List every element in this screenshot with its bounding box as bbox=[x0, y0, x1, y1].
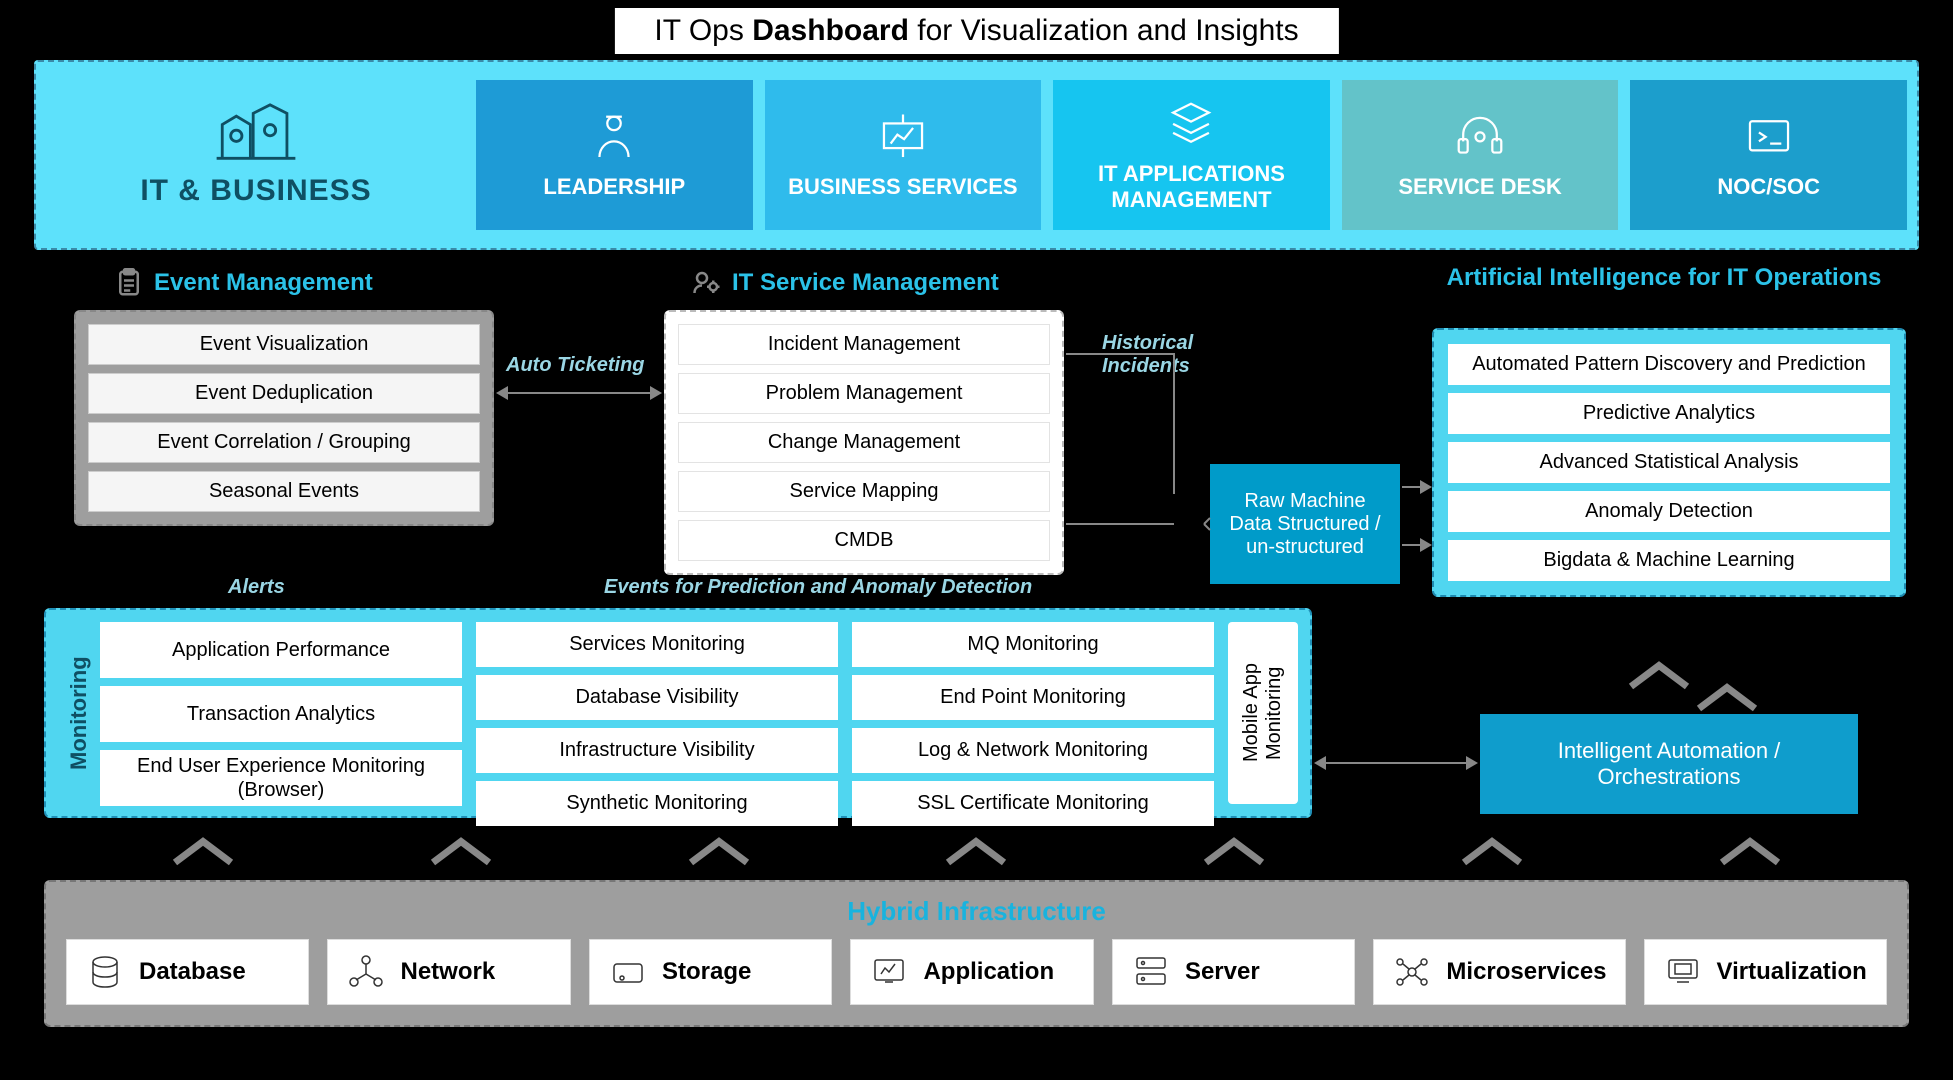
tile-apps-label: IT APPLICATIONS MANAGEMENT bbox=[1061, 161, 1322, 213]
mon-item: SSL Certificate Monitoring bbox=[852, 781, 1214, 826]
application-icon bbox=[869, 952, 909, 992]
it-business-block: IT & BUSINESS bbox=[36, 103, 476, 208]
virtualization-icon bbox=[1663, 952, 1703, 992]
chevron-row bbox=[74, 834, 1879, 870]
arrow-bi-ticketing bbox=[498, 392, 660, 394]
tile-leadership-label: LEADERSHIP bbox=[543, 174, 685, 200]
monitoring-side-label: Monitoring bbox=[58, 622, 100, 804]
itsm-item: Service Mapping bbox=[678, 471, 1050, 512]
section-event-title: Event Management bbox=[114, 268, 373, 298]
event-item: Event Deduplication bbox=[88, 373, 480, 414]
arrow-raw-ai-2 bbox=[1402, 544, 1430, 546]
chevron-up-icon bbox=[941, 834, 1011, 870]
microservices-icon bbox=[1392, 952, 1432, 992]
tile-business-label: BUSINESS SERVICES bbox=[788, 174, 1017, 200]
ai-item: Bigdata & Machine Learning bbox=[1448, 540, 1890, 581]
infra-database: Database bbox=[66, 939, 309, 1005]
terminal-icon bbox=[1741, 110, 1797, 166]
storage-icon bbox=[608, 952, 648, 992]
mon-item: Services Monitoring bbox=[476, 622, 838, 667]
infra-server: Server bbox=[1112, 939, 1355, 1005]
ai-item: Predictive Analytics bbox=[1448, 393, 1890, 434]
raw-data-box: Raw Machine Data Structured / un-structu… bbox=[1210, 464, 1400, 584]
server-icon bbox=[1131, 952, 1171, 992]
chevron-up-icon bbox=[1457, 834, 1527, 870]
hybrid-infra: Hybrid Infrastructure Database Network S… bbox=[44, 880, 1909, 1027]
ai-item: Anomaly Detection bbox=[1448, 491, 1890, 532]
itsm-box: Incident Management Problem Management C… bbox=[664, 310, 1064, 575]
mon-item: End Point Monitoring bbox=[852, 675, 1214, 720]
ai-item: Advanced Statistical Analysis bbox=[1448, 442, 1890, 483]
tile-noc: NOC/SOC bbox=[1630, 80, 1907, 230]
leadership-icon bbox=[586, 110, 642, 166]
arrow-bi-automation bbox=[1316, 762, 1476, 764]
infra-storage: Storage bbox=[589, 939, 832, 1005]
tile-apps: IT APPLICATIONS MANAGEMENT bbox=[1053, 80, 1330, 230]
mon-item: End User Experience Monitoring (Browser) bbox=[100, 750, 462, 806]
itsm-item: Problem Management bbox=[678, 373, 1050, 414]
headset-icon bbox=[1452, 110, 1508, 166]
mon-item: Application Performance bbox=[100, 622, 462, 678]
ai-item: Automated Pattern Discovery and Predicti… bbox=[1448, 344, 1890, 385]
label-events-pred: Events for Prediction and Anomaly Detect… bbox=[604, 576, 1032, 599]
chevron-up-icon bbox=[426, 834, 496, 870]
hybrid-title: Hybrid Infrastructure bbox=[66, 896, 1887, 927]
database-icon bbox=[85, 952, 125, 992]
mon-item: Synthetic Monitoring bbox=[476, 781, 838, 826]
chevron-up-icon bbox=[1715, 834, 1785, 870]
mon-item: Log & Network Monitoring bbox=[852, 728, 1214, 773]
title-bold: Dashboard bbox=[752, 14, 909, 47]
buildings-icon bbox=[211, 103, 301, 163]
layers-icon bbox=[1163, 97, 1219, 153]
label-alerts: Alerts bbox=[228, 576, 285, 599]
itsm-item: Incident Management bbox=[678, 324, 1050, 365]
top-band: IT & BUSINESS LEADERSHIP BUSINESS SERVIC… bbox=[34, 60, 1919, 250]
it-business-label: IT & BUSINESS bbox=[36, 174, 476, 208]
event-item: Event Correlation / Grouping bbox=[88, 422, 480, 463]
event-item: Event Visualization bbox=[88, 324, 480, 365]
network-icon bbox=[346, 952, 386, 992]
monitoring-panel: Monitoring Application Performance Trans… bbox=[44, 608, 1312, 818]
presentation-icon bbox=[875, 110, 931, 166]
chevron-up-icon bbox=[684, 834, 754, 870]
tile-desk: SERVICE DESK bbox=[1342, 80, 1619, 230]
gear-user-icon bbox=[692, 268, 722, 298]
tile-desk-label: SERVICE DESK bbox=[1398, 174, 1561, 200]
event-box: Event Visualization Event Deduplication … bbox=[74, 310, 494, 526]
automation-box: Intelligent Automation / Orchestrations bbox=[1480, 714, 1858, 814]
mon-item: MQ Monitoring bbox=[852, 622, 1214, 667]
label-auto-ticketing: Auto Ticketing bbox=[506, 354, 645, 377]
mon-item: Infrastructure Visibility bbox=[476, 728, 838, 773]
title-suffix: for Visualization and Insights bbox=[909, 14, 1299, 47]
infra-application: Application bbox=[850, 939, 1093, 1005]
section-itsm-title: IT Service Management bbox=[692, 268, 999, 298]
chevron-up-icon bbox=[1692, 680, 1762, 716]
ai-box: Automated Pattern Discovery and Predicti… bbox=[1432, 328, 1906, 597]
label-historical: Historical Incidents bbox=[1102, 332, 1242, 378]
chevron-up-icon bbox=[168, 834, 238, 870]
chevron-up-icon bbox=[1199, 834, 1269, 870]
itsm-item: Change Management bbox=[678, 422, 1050, 463]
infra-network: Network bbox=[327, 939, 570, 1005]
mon-item: Transaction Analytics bbox=[100, 686, 462, 742]
chevron-up-icon bbox=[1624, 658, 1694, 694]
section-ai-title: Artificial Intelligence for IT Operation… bbox=[1434, 264, 1894, 292]
event-item: Seasonal Events bbox=[88, 471, 480, 512]
page-title: IT Ops Dashboard for Visualization and I… bbox=[614, 8, 1338, 54]
itsm-item: CMDB bbox=[678, 520, 1050, 561]
mon-item: Database Visibility bbox=[476, 675, 838, 720]
title-prefix: IT Ops bbox=[654, 14, 752, 47]
clipboard-icon bbox=[114, 268, 144, 298]
infra-virtualization: Virtualization bbox=[1644, 939, 1887, 1005]
mon-mobile: Mobile App Monitoring bbox=[1228, 622, 1298, 804]
tile-noc-label: NOC/SOC bbox=[1717, 174, 1820, 200]
tile-business: BUSINESS SERVICES bbox=[765, 80, 1042, 230]
infra-microservices: Microservices bbox=[1373, 939, 1625, 1005]
tile-leadership: LEADERSHIP bbox=[476, 80, 753, 230]
arrow-raw-ai-1 bbox=[1402, 486, 1430, 488]
